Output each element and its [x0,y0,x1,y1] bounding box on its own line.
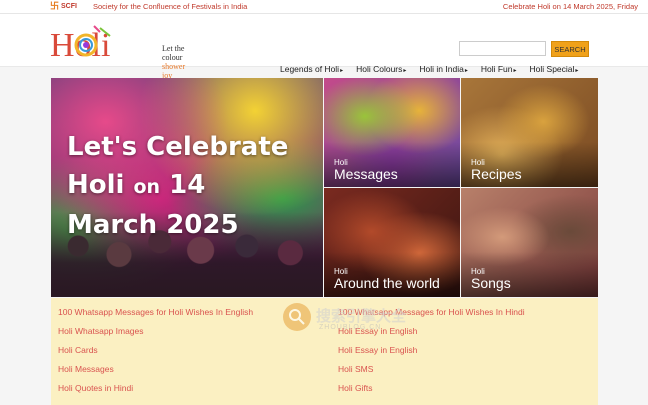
scfi-logo-text: SCFI [61,2,77,10]
caret-down-icon: ▸ [403,68,407,74]
link-right-5[interactable]: Holi Gifts [338,383,372,393]
search-button[interactable]: SEARCH [551,41,589,57]
link-left-2[interactable]: Holi Whatsapp Images [58,326,144,336]
nav-holi-colours[interactable]: Holi Colours▸ [356,64,406,74]
logo-tagline: Let the colour shower joy [162,44,185,80]
caret-down-icon: ▸ [513,68,517,74]
link-left-1[interactable]: 100 Whatsapp Messages for Holi Wishes In… [58,307,253,317]
tile-main-label: Recipes [471,166,522,182]
nav-holi-fun[interactable]: Holi Fun▸ [481,64,517,74]
tile-main-label: Messages [334,166,398,182]
link-left-5[interactable]: Holi Quotes in Hindi [58,383,133,393]
nav-legends-of-holi[interactable]: Legends of Holi▸ [280,64,343,74]
tile-recipes[interactable]: Holi Recipes [461,78,598,187]
hero-line2-day: 14 [160,170,206,200]
hero-line2-on: on [133,176,161,198]
site-header: Holi Let the colour shower joy SEARCH Le… [0,14,648,80]
society-tagline: Society for the Confluence of Festivals … [93,2,248,11]
tile-main-label: Around the world [334,275,440,291]
nav-label: Legends of Holi [280,64,340,74]
magnifier-icon [283,303,311,331]
nav-holi-special[interactable]: Holi Special▸ [530,64,579,74]
main-nav: Legends of Holi▸ Holi Colours▸ Holi in I… [280,64,591,74]
nav-label: Holi in India [419,64,464,74]
caret-down-icon: ▸ [575,68,579,74]
watermark-text: 搜索引擎大全 [316,308,407,325]
celebration-date: Celebrate Holi on 14 March 2025, Friday [502,2,638,11]
link-left-4[interactable]: Holi Messages [58,364,114,374]
nav-holi-in-india[interactable]: Holi in India▸ [419,64,467,74]
nav-label: Holi Colours [356,64,403,74]
top-bar: 卐 SCFI Society for the Confluence of Fes… [0,0,648,14]
link-right-4[interactable]: Holi SMS [338,364,373,374]
tile-songs[interactable]: Holi Songs [461,188,598,297]
logo-tagline-line1: Let the colour [162,44,185,62]
link-left-3[interactable]: Holi Cards [58,345,98,355]
tile-around-the-world[interactable]: Holi Around the world [324,188,460,297]
hero-title: Let's Celebrate Holi on 14 March 2025 [67,128,317,244]
hero-line1: Let's Celebrate [67,132,289,162]
scfi-logo[interactable]: 卐 SCFI [50,1,77,11]
caret-down-icon: ▸ [464,68,468,74]
nav-label: Holi Special [529,64,575,74]
tile-main-label: Songs [471,275,511,291]
hero-banner[interactable]: Let's Celebrate Holi on 14 March 2025 [51,78,323,297]
hero-line2: Holi on 14 [67,166,317,206]
swastik-icon: 卐 [50,1,60,11]
link-right-3[interactable]: Holi Essay in English [338,345,417,355]
watermark-url: ZHOUBLOG.CN [319,324,382,331]
holi-logo-graphic: Holi [50,25,111,64]
nav-label: Holi Fun [480,64,513,74]
watermark: 搜索引擎大全 ZHOUBLOG.CN [283,303,423,337]
caret-down-icon: ▸ [340,68,344,74]
tile-messages[interactable]: Holi Messages [324,78,460,187]
holi-logo[interactable]: Holi Let the colour shower joy [50,22,185,80]
hero-line2-holi: Holi [67,170,134,200]
search-input[interactable] [459,41,546,56]
hero-line3: March 2025 [67,210,239,240]
